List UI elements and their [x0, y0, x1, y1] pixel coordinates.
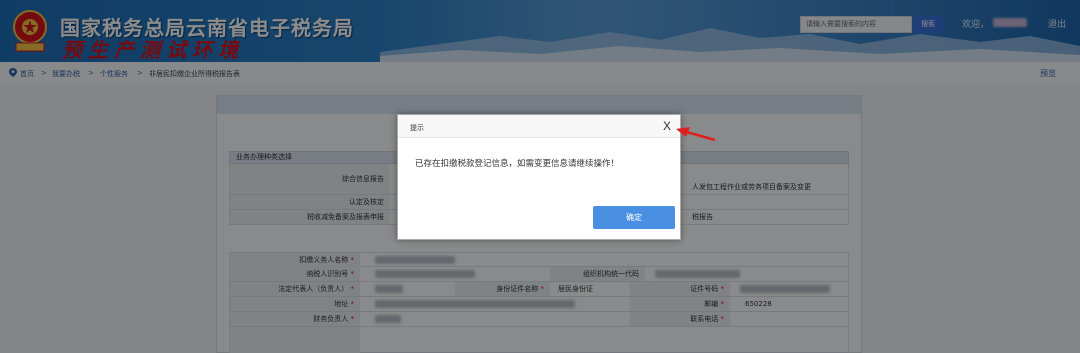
dialog-close-button[interactable]: X: [663, 119, 671, 133]
notice-dialog: 提示 X 已存在扣缴税款登记信息，如需变更信息请继续操作！ 确定: [397, 114, 681, 240]
dialog-message: 已存在扣缴税款登记信息，如需变更信息请继续操作！: [415, 159, 620, 169]
dialog-title: 提示: [410, 124, 424, 132]
dialog-titlebar: 提示 X: [398, 115, 680, 138]
dialog-ok-button[interactable]: 确定: [593, 206, 675, 229]
